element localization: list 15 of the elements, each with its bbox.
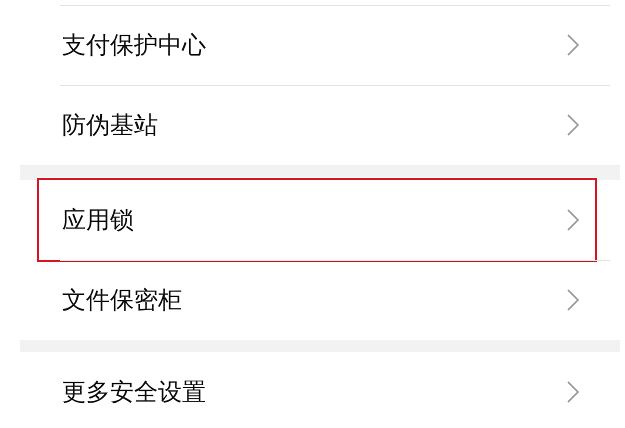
row-label: 防伪基站 (62, 110, 159, 141)
chevron-right-icon (566, 380, 580, 404)
chevron-right-icon (566, 113, 580, 137)
settings-row[interactable]: 更多安全设置 (20, 352, 620, 428)
row-label: 支付保护中心 (62, 30, 207, 61)
row-label: 文件保密柜 (62, 285, 183, 316)
chevron-right-icon (566, 208, 580, 232)
row-label: 应用锁 (62, 205, 135, 236)
chevron-right-icon (566, 288, 580, 312)
chevron-right-icon (566, 33, 580, 57)
settings-row[interactable]: 防伪基站 (20, 85, 620, 165)
settings-row[interactable]: 应用锁 (20, 180, 620, 260)
row-label: 更多安全设置 (62, 377, 207, 408)
settings-row[interactable]: 支付保护中心 (20, 5, 620, 85)
settings-row[interactable]: 文件保密柜 (20, 260, 620, 340)
